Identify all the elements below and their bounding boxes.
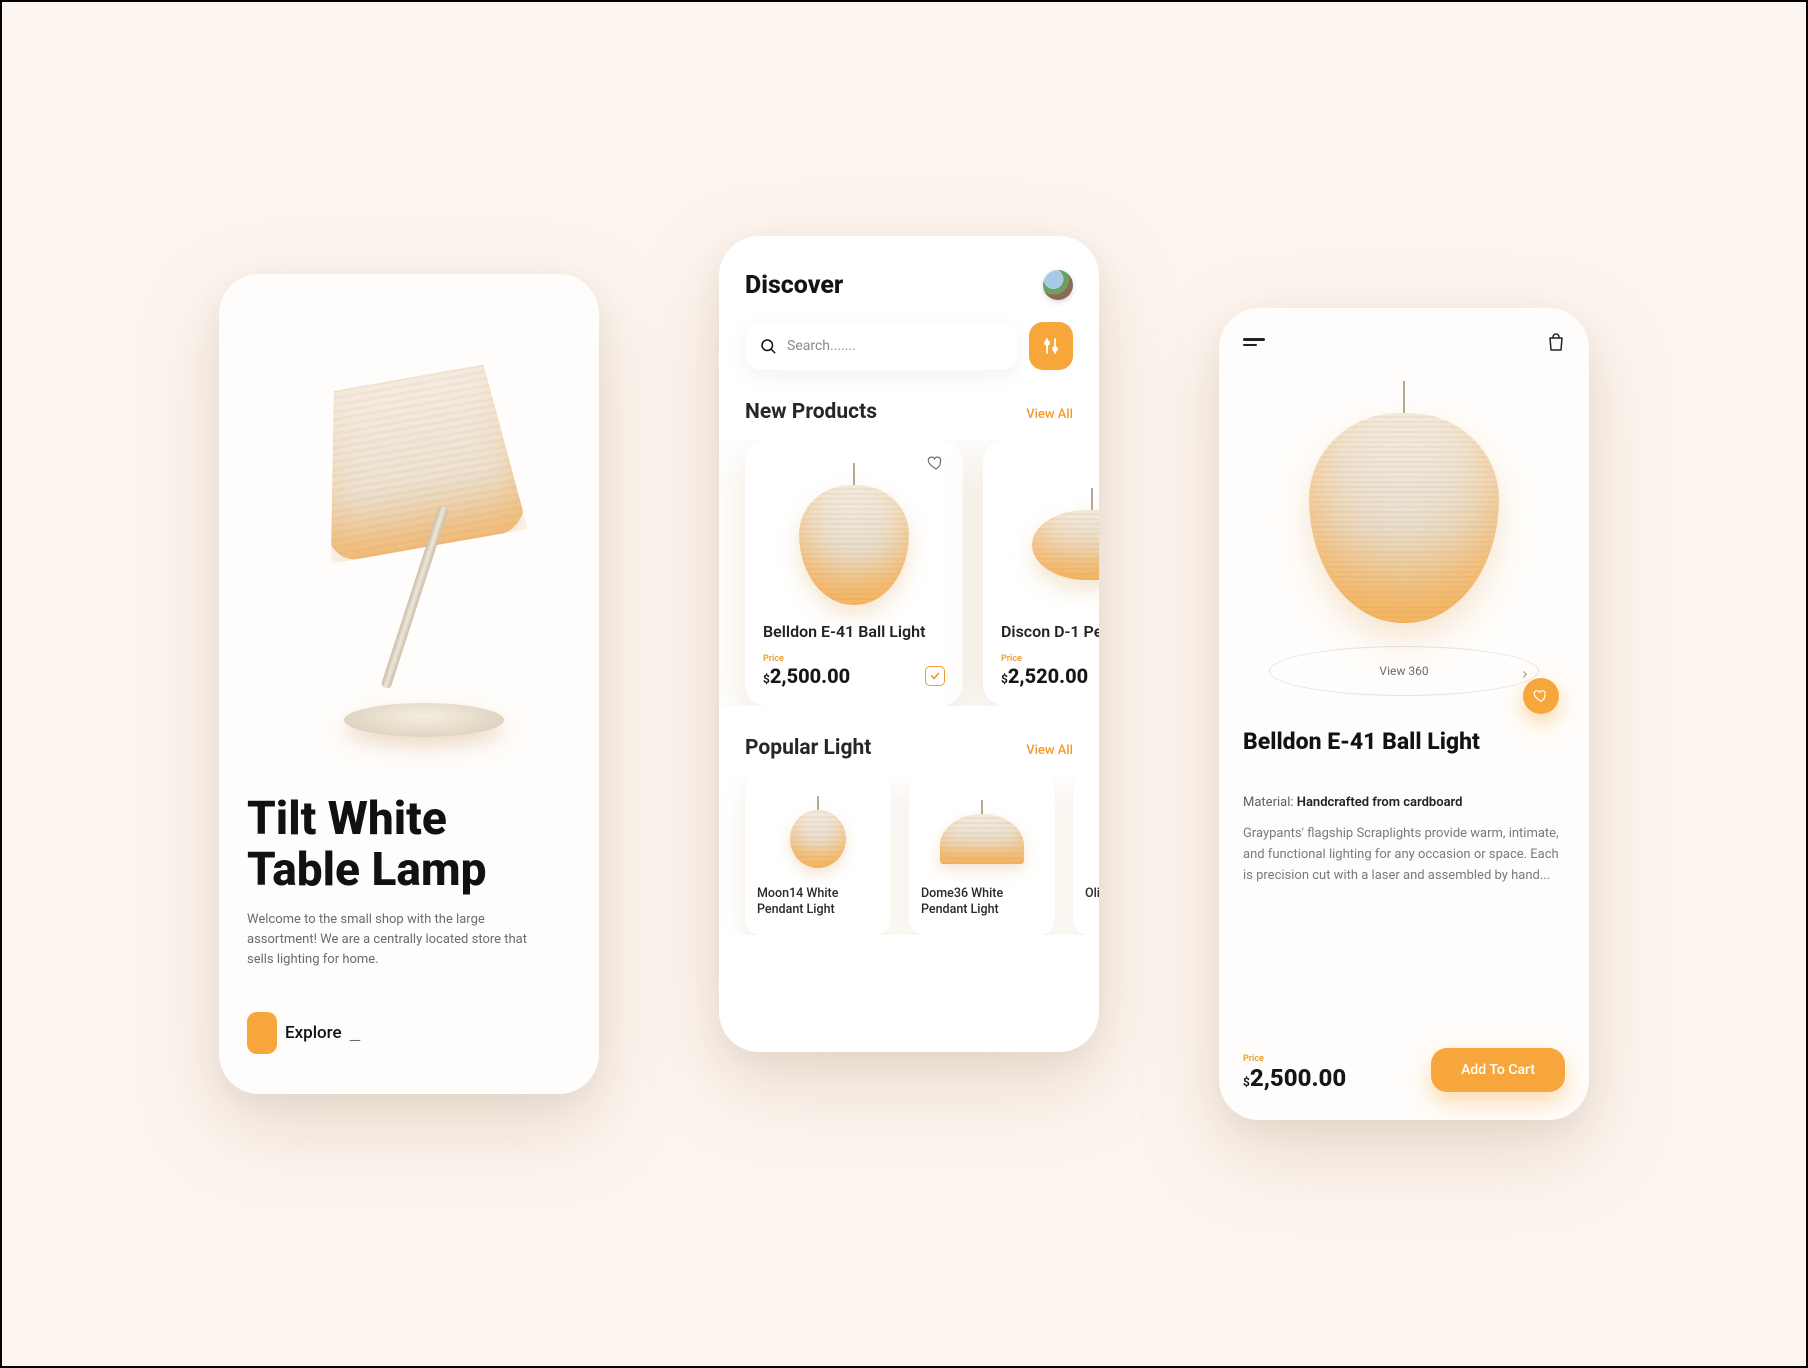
arrow-icon: __: [350, 1028, 359, 1044]
hero-title: Tilt White Table Lamp: [247, 794, 571, 895]
heart-icon: [927, 454, 945, 472]
heart-icon: [1533, 688, 1549, 704]
product-image: [799, 463, 909, 605]
check-icon: [930, 671, 940, 681]
favorite-button[interactable]: [927, 454, 945, 472]
popular-scroll[interactable]: Moon14 White Pendant Light Dome36 White …: [719, 774, 1099, 935]
search-placeholder: Search.......: [787, 338, 856, 354]
view-all-popular[interactable]: View All: [1026, 743, 1073, 758]
product-card-small[interactable]: Moon14 White Pendant Light: [745, 774, 891, 935]
product-card-small[interactable]: Oliv W Pend: [1073, 774, 1099, 935]
product-name: Dome36 White Pendant Light: [921, 886, 1043, 919]
explore-button[interactable]: Explore __: [247, 1012, 571, 1054]
search-input[interactable]: Search.......: [745, 322, 1017, 370]
product-name: Oliv W Pend: [1085, 886, 1099, 902]
product-image: [940, 800, 1024, 864]
product-price: $2,500.00: [763, 664, 850, 688]
price-label: Price: [1001, 654, 1099, 664]
product-card[interactable]: Discon D-1 Pendant Li Price $2,520.00: [983, 440, 1099, 706]
onboarding-screen: Tilt White Table Lamp Welcome to the sma…: [219, 274, 599, 1094]
product-title: Belldon E-41 Ball Light: [1243, 728, 1565, 755]
price-label: Price: [763, 654, 945, 664]
product-card[interactable]: Belldon E-41 Ball Light Price $2,500.00: [745, 440, 963, 706]
add-to-cart-button[interactable]: Add To Cart: [1431, 1048, 1565, 1092]
search-icon: [759, 337, 777, 355]
section-title-popular: Popular Light: [745, 736, 871, 760]
product-name: Belldon E-41 Ball Light: [763, 622, 945, 642]
new-products-scroll[interactable]: Belldon E-41 Ball Light Price $2,500.00 …: [719, 440, 1099, 706]
lamp-illustration: [289, 357, 529, 737]
add-to-cart-label: Add To Cart: [1461, 1062, 1535, 1078]
section-title-new: New Products: [745, 400, 877, 424]
favorite-button[interactable]: [1523, 678, 1559, 714]
product-image: [1032, 488, 1099, 580]
select-checkbox[interactable]: [925, 666, 945, 686]
page-title: Discover: [745, 271, 843, 300]
menu-icon: [1243, 338, 1265, 341]
price-label: Price: [1243, 1054, 1346, 1064]
lamp-illustration: [1309, 381, 1499, 623]
product-price: $2,520.00: [1001, 664, 1088, 688]
product-name: Discon D-1 Pendant Li: [1001, 622, 1099, 642]
hero-subtitle: Welcome to the small shop with the large…: [247, 910, 547, 970]
view-all-new[interactable]: View All: [1026, 407, 1073, 422]
filter-button[interactable]: [1029, 322, 1073, 370]
material-info: Material: Handcrafted from cardboard: [1243, 795, 1565, 810]
menu-button[interactable]: [1243, 338, 1265, 346]
product-detail-screen: View 360 Belldon E-41 Ball Light Materia…: [1219, 308, 1589, 1120]
product-card-small[interactable]: Dome36 White Pendant Light: [909, 774, 1055, 935]
bag-icon: [1547, 332, 1565, 352]
view-360-button[interactable]: View 360: [1269, 646, 1539, 696]
product-price: $2,500.00: [1243, 1064, 1346, 1092]
avatar[interactable]: [1043, 270, 1073, 300]
product-description: Graypants' flagship Scraplights provide …: [1243, 824, 1565, 886]
hero-image: [247, 310, 571, 784]
explore-label: Explore: [263, 1023, 342, 1043]
product-hero-image: [1243, 352, 1565, 652]
discover-screen: Discover Search.......: [719, 236, 1099, 1052]
sliders-icon: [1043, 337, 1059, 355]
product-name: Moon14 White Pendant Light: [757, 886, 879, 919]
view-360-label: View 360: [1379, 664, 1428, 678]
product-image: [790, 796, 846, 868]
cart-button[interactable]: [1547, 332, 1565, 352]
